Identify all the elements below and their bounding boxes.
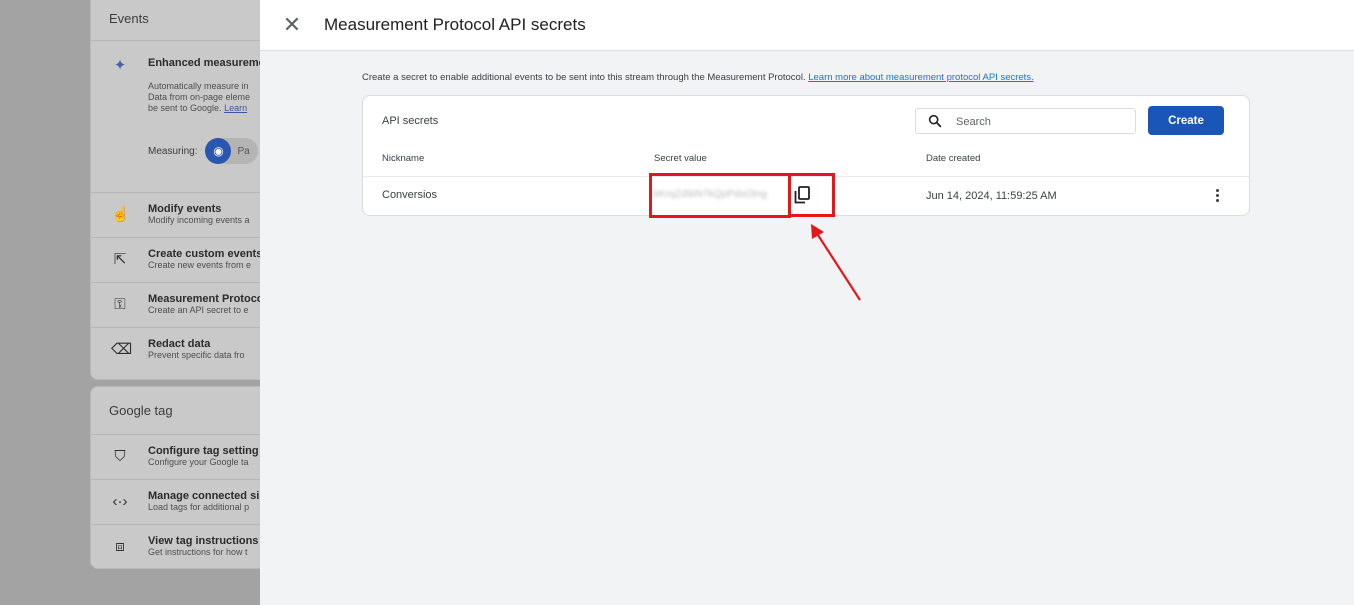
table-title: API secrets xyxy=(382,115,439,127)
key-icon: ⚿ xyxy=(114,296,126,313)
close-icon[interactable]: ✕ xyxy=(282,12,302,38)
search-icon xyxy=(928,114,942,128)
measuring-toggle[interactable]: ◉ Pa xyxy=(205,138,258,164)
touch-icon: ☝ xyxy=(111,206,130,223)
header-date-created: Date created xyxy=(926,153,981,164)
intro-text: Create a secret to enable additional eve… xyxy=(362,72,1034,83)
measuring-value: Pa xyxy=(237,145,250,157)
annotation-arrow-icon xyxy=(811,224,861,301)
header-nickname: Nickname xyxy=(382,153,425,164)
drawer-header: ✕ Measurement Protocol API secrets xyxy=(260,0,1354,51)
learn-more-link[interactable]: Learn more about measurement protocol AP… xyxy=(808,72,1033,83)
cell-nickname: Conversios xyxy=(382,189,438,201)
code-box-icon: ⧈ xyxy=(115,538,125,555)
highlight-secret-value-box xyxy=(649,173,791,218)
search-box[interactable] xyxy=(915,108,1136,134)
highlight-copy-button-box xyxy=(788,173,835,217)
cell-date-created: Jun 14, 2024, 11:59:25 AM xyxy=(926,190,1057,202)
eraser-icon: ⌫ xyxy=(111,341,133,358)
code-arrows-icon: ‹·› xyxy=(112,493,128,510)
create-button[interactable]: Create xyxy=(1148,106,1224,135)
more-vert-icon[interactable] xyxy=(1211,187,1223,205)
eye-icon: ◉ xyxy=(205,138,232,164)
header-secret-value: Secret value xyxy=(654,153,707,164)
tag-icon: ⛉ xyxy=(114,448,126,465)
search-input[interactable] xyxy=(956,113,1126,130)
cursor-click-icon: ⇱ xyxy=(113,251,127,268)
sparkle-icon: ✦ xyxy=(113,57,127,74)
measuring-label: Measuring: xyxy=(148,145,198,157)
enhanced-learn-link[interactable]: Learn xyxy=(224,103,247,113)
drawer-title: Measurement Protocol API secrets xyxy=(324,15,586,34)
background-settings-panel: Events ✦ Enhanced measureme Automaticall… xyxy=(0,0,290,605)
